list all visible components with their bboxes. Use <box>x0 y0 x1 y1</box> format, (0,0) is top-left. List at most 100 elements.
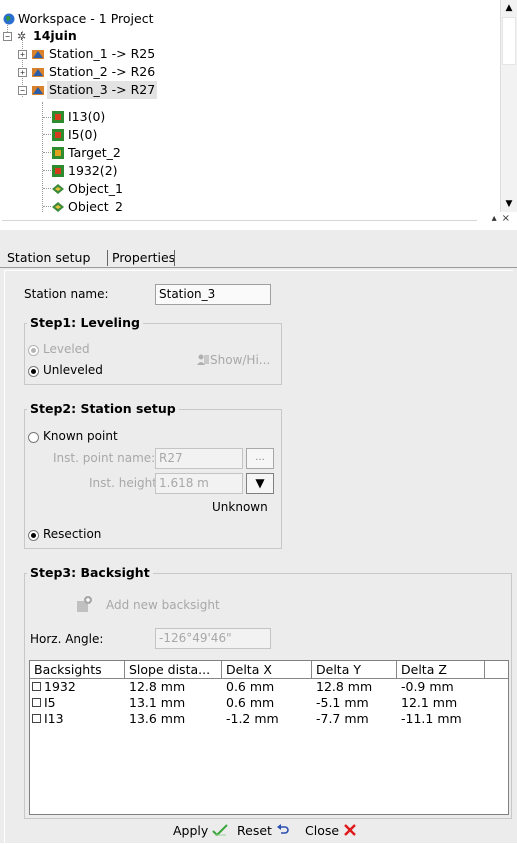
project-icon: ✲ <box>17 30 26 43</box>
tree-item-label: I13(0) <box>68 109 106 124</box>
tab-label: Station setup <box>7 250 91 265</box>
tab-separator <box>107 250 108 266</box>
backsights-table[interactable]: Backsights Slope dista... Delta X Delta … <box>29 660 509 815</box>
station-name-input[interactable]: Station_3 <box>155 284 271 305</box>
tree-item-label: Workspace - 1 Project <box>18 11 154 26</box>
cell-slope: 13.1 mm <box>129 695 186 710</box>
step1-title: Step1: Leveling <box>27 315 143 330</box>
cell-delta-z: -11.1 mm <box>401 711 462 726</box>
show-hide-button: Show/Hi... <box>196 353 270 367</box>
cell-delta-x: 0.6 mm <box>226 695 275 710</box>
target-icon <box>52 111 64 123</box>
reset-label: Reset <box>237 823 272 838</box>
step3-title: Step3: Backsight <box>27 565 153 580</box>
apply-label: Apply <box>173 823 209 838</box>
scroll-up-icon[interactable]: ▲ <box>501 0 517 16</box>
tab-separator <box>174 250 175 266</box>
column-header-filler <box>485 661 508 679</box>
tree-connector <box>43 170 51 171</box>
tree-connector <box>43 117 51 118</box>
cell-delta-x: -1.2 mm <box>226 711 279 726</box>
tree-scrollbar[interactable]: ▲ ▼ <box>500 0 517 212</box>
scroll-down-icon[interactable]: ▼ <box>501 196 517 212</box>
horz-angle-label: Horz. Angle: <box>30 632 104 646</box>
unknown-label: Unknown <box>212 500 268 514</box>
dropdown-arrow-icon[interactable]: ▼ <box>246 473 274 494</box>
tree-connector <box>43 152 51 153</box>
tree-item-label: Object_1 <box>68 181 123 196</box>
show-hide-label: Show/Hi... <box>210 353 271 367</box>
collapse-icon[interactable]: − <box>3 32 12 41</box>
target-icon <box>52 147 64 159</box>
globe-icon <box>3 13 15 25</box>
object-icon <box>52 184 64 194</box>
cell-delta-z: -0.9 mm <box>401 679 454 694</box>
tree-item-label: Station_1 -> R25 <box>49 46 156 61</box>
panel-splitter[interactable]: ▴× <box>0 212 517 230</box>
station-icon <box>32 68 44 77</box>
footer-bar: Apply Reset Close <box>0 822 517 842</box>
tab-strip-line <box>0 267 517 268</box>
column-header[interactable]: Delta Z <box>397 661 485 679</box>
tree-item-label: Object_2 <box>68 199 123 213</box>
add-backsight-button: Add new backsight <box>106 598 220 612</box>
expand-icon[interactable]: + <box>18 50 27 59</box>
svg-text:✲: ✲ <box>17 30 26 43</box>
undo-icon <box>276 824 289 834</box>
cell-delta-x: 0.6 mm <box>226 679 275 694</box>
column-header[interactable]: Delta X <box>222 661 312 679</box>
inst-height-input: 1.618 m <box>155 473 243 494</box>
station-name-label: Station name: <box>24 287 109 301</box>
reset-button[interactable]: Reset <box>237 822 290 840</box>
row-checkbox[interactable] <box>32 714 41 723</box>
target-icon <box>52 165 64 177</box>
maximize-icon[interactable]: ▴ <box>492 213 502 224</box>
tree-item-label: 1932(2) <box>68 163 118 178</box>
panel-controls: ▴× <box>492 213 515 224</box>
resection-radio[interactable] <box>28 530 39 541</box>
splitter-rule <box>2 220 477 221</box>
inst-height-label: Inst. height: <box>89 476 162 490</box>
cell-delta-y: -7.7 mm <box>316 711 369 726</box>
known-point-radio[interactable] <box>28 432 39 443</box>
cell-delta-y: -5.1 mm <box>316 695 369 710</box>
cell-slope: 12.8 mm <box>129 679 186 694</box>
unleveled-radio[interactable] <box>28 366 39 377</box>
project-tree[interactable]: Workspace - 1 Project − ✲ 14juin + Stati… <box>0 0 517 213</box>
browse-button: ... <box>246 448 274 469</box>
step2-title: Step2: Station setup <box>27 401 179 416</box>
row-checkbox[interactable] <box>32 698 41 707</box>
cell-slope: 13.6 mm <box>129 711 186 726</box>
apply-button[interactable]: Apply <box>173 822 228 840</box>
column-header[interactable]: Slope dista... <box>125 661 222 679</box>
close-button[interactable]: Close <box>305 822 357 840</box>
tab-station-setup[interactable]: Station setup <box>4 248 94 267</box>
close-label: Close <box>305 823 340 838</box>
leveled-radio <box>28 345 39 356</box>
cell-delta-y: 12.8 mm <box>316 679 373 694</box>
station-icon <box>32 50 44 59</box>
unleveled-label: Unleveled <box>43 363 103 377</box>
tree-connector <box>43 188 51 189</box>
collapse-icon[interactable]: − <box>18 86 27 95</box>
close-x-icon <box>344 824 356 836</box>
expand-icon[interactable]: + <box>18 68 27 77</box>
target-icon <box>52 129 64 141</box>
resection-label: Resection <box>43 527 102 541</box>
close-icon[interactable]: × <box>502 213 515 224</box>
tree-item-label: Station_2 -> R26 <box>49 64 156 79</box>
column-header[interactable]: Backsights <box>30 661 125 679</box>
tab-properties[interactable]: Properties <box>109 248 179 267</box>
cell-backsight: 1932 <box>44 679 76 694</box>
tab-label: Properties <box>112 250 176 265</box>
known-point-label: Known point <box>43 429 118 443</box>
row-checkbox[interactable] <box>32 682 41 691</box>
horz-angle-input: -126°49'46" <box>155 628 271 649</box>
column-header[interactable]: Delta Y <box>312 661 397 679</box>
tree-connector <box>43 206 51 207</box>
tree-connector <box>42 102 43 212</box>
tree-item-label: 14juin <box>33 28 77 43</box>
add-backsight-icon <box>77 596 92 612</box>
scroll-thumb[interactable] <box>502 17 516 65</box>
cell-backsight: I13 <box>44 711 64 726</box>
